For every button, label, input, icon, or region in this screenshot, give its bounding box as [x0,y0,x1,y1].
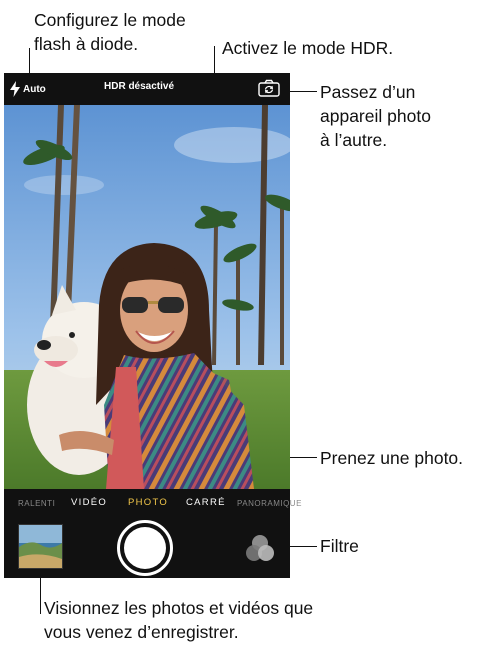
callout-switch-line2: appareil photo [320,106,431,126]
overlapping-circles-icon [246,535,274,561]
mode-photo[interactable]: PHOTO [128,497,168,508]
callout-filter: Filtre [320,536,359,556]
callout-switch-line3: à l’autre. [320,130,388,150]
callout-flash-line2: flash à diode. [34,34,139,54]
mode-panorama[interactable]: PANORAMIQUE [237,499,302,508]
hdr-toggle[interactable]: HDR désactivé [104,81,174,92]
callout-thumb-line1: Visionnez les photos et vidéos que [44,598,314,618]
flash-button[interactable]: Auto [10,79,46,99]
viewfinder-scene [4,105,290,489]
camera-top-bar: Auto HDR désactivé [4,73,290,105]
lightning-bolt-icon [10,81,20,97]
mode-selector: RALENTI VIDÉO PHOTO CARRÉ PANORAMIQUE [4,489,301,517]
thumbnail-image [19,525,62,568]
mode-slow-motion[interactable]: RALENTI [18,499,55,508]
callout-shutter: Prenez une photo. [320,448,464,468]
camera-bottom-bar [4,517,290,578]
camera-viewfinder[interactable] [4,105,290,489]
callout-thumb-line2: vous venez d’enregistrer. [44,622,239,642]
mode-video[interactable]: VIDÉO [71,497,107,508]
filter-button[interactable] [244,534,276,564]
flash-mode-label: Auto [23,83,46,95]
shutter-inner [124,527,166,569]
mode-square[interactable]: CARRÉ [186,497,226,508]
camera-screen: Auto HDR désactivé RALENTI VIDÉO PHOTO C… [4,73,301,578]
callout-switch-camera: Passez d’un appareil photo à l’autre. [320,80,431,152]
callout-thumbnail: Visionnez les photos et vidéos que vous … [44,596,313,644]
camera-rotate-icon [258,79,280,97]
callout-hdr: Activez le mode HDR. [222,38,394,58]
shutter-button[interactable] [117,520,173,576]
switch-camera-button[interactable] [258,79,280,97]
callout-flash: Configurez le mode flash à diode. [34,8,186,56]
callout-switch-line1: Passez d’un [320,82,416,102]
callout-flash-line1: Configurez le mode [34,10,186,30]
last-photo-thumbnail[interactable] [18,524,63,569]
